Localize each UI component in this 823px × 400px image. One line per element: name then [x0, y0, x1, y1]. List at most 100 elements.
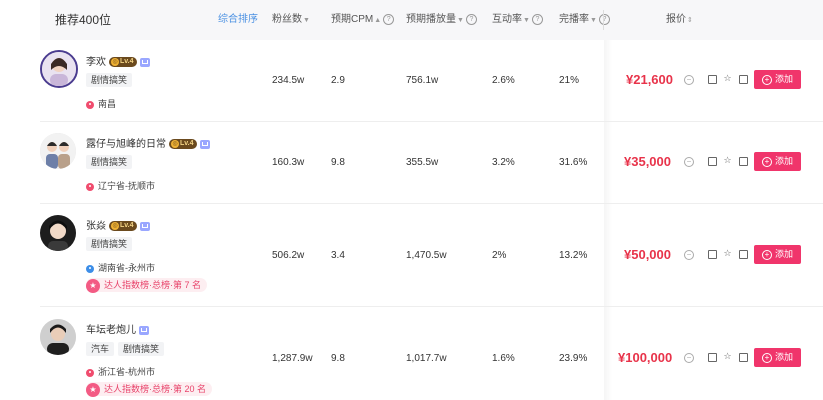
column-divider	[603, 10, 604, 30]
creator-name-row: 李欢 ◎ Lv.4	[86, 53, 150, 68]
creator-table: 推荐400位 综合排序 粉丝数▼ 预期CPM▲? 预期播放量▼? 互动率▼? 完…	[0, 0, 823, 400]
rank-badge[interactable]: ★ 达人指数榜·总榜·第 20 名	[86, 382, 213, 397]
row-divider	[40, 203, 823, 204]
sort-up-icon: ▲	[374, 17, 382, 24]
interaction-value: 3.2%	[492, 157, 515, 168]
level-badge: ◎ Lv.4	[109, 221, 137, 232]
shop-icon	[139, 221, 150, 231]
column-plays[interactable]: 预期播放量▼?	[406, 0, 477, 40]
column-interaction[interactable]: 互动率▼?	[492, 0, 543, 40]
plus-icon: +	[761, 156, 772, 167]
help-icon[interactable]: ?	[383, 13, 395, 25]
help-icon[interactable]: ?	[465, 13, 477, 25]
edit-icon[interactable]	[708, 157, 717, 166]
creator-name-row: 露仔与旭峰的日常 ◎ Lv.4	[86, 135, 210, 150]
shop-icon	[139, 57, 150, 67]
edit-icon[interactable]	[708, 250, 717, 259]
creator-name[interactable]: 车坛老炮儿	[86, 325, 136, 336]
location-label: 湖南省-永州市	[98, 263, 155, 273]
minus-circle-icon[interactable]: −	[684, 353, 694, 363]
document-icon[interactable]	[739, 353, 748, 362]
avatar[interactable]	[40, 50, 78, 88]
category-tag: 剧情搞笑	[86, 237, 133, 251]
add-button[interactable]: + 添加	[754, 70, 801, 89]
creator-name[interactable]: 露仔与旭峰的日常	[86, 139, 166, 150]
add-button[interactable]: + 添加	[754, 152, 801, 171]
plays-value: 355.5w	[406, 157, 439, 168]
add-label: 添加	[774, 352, 793, 362]
location-label: 浙江省-杭州市	[98, 367, 155, 377]
column-fans[interactable]: 粉丝数▼	[272, 0, 310, 40]
column-cpm[interactable]: 预期CPM▲?	[331, 0, 395, 40]
sort-toggle-icon: ⇕	[687, 17, 693, 24]
avatar[interactable]	[40, 133, 76, 169]
help-icon[interactable]: ?	[531, 13, 543, 25]
sort-down-icon: ▼	[303, 17, 310, 24]
help-icon[interactable]: ?	[598, 13, 610, 25]
fixed-column-shadow	[604, 40, 612, 400]
category-tag: 剧情搞笑	[86, 73, 133, 87]
sort-down-icon: ▼	[457, 17, 464, 24]
location: 辽宁省-抚顺市	[86, 179, 155, 192]
price-value: ¥21,600	[626, 72, 673, 87]
star-badge-icon: ★	[86, 279, 100, 293]
column-price-label: 报价	[666, 14, 686, 25]
star-icon[interactable]: ☆	[723, 249, 732, 258]
location-label: 辽宁省-抚顺市	[98, 181, 155, 191]
cpm-value: 3.4	[331, 250, 345, 261]
location: 南昌	[86, 97, 116, 110]
creator-name[interactable]: 李欢	[86, 57, 106, 68]
cpm-value: 9.8	[331, 353, 345, 364]
location-pin-icon	[86, 264, 94, 273]
document-icon[interactable]	[739, 75, 748, 84]
plays-value: 1,470.5w	[406, 250, 447, 261]
minus-circle-icon[interactable]: −	[684, 250, 694, 260]
interaction-value: 1.6%	[492, 353, 515, 364]
column-interaction-label: 互动率	[492, 14, 522, 25]
category-tag: 剧情搞笑	[86, 155, 133, 169]
coin-icon: ◎	[111, 58, 119, 67]
edit-icon[interactable]	[708, 353, 717, 362]
column-price[interactable]: 报价⇕	[666, 0, 693, 40]
level-badge: ◎ Lv.4	[109, 57, 137, 68]
creator-name[interactable]: 张焱	[86, 221, 106, 232]
plays-value: 1,017.7w	[406, 353, 447, 364]
avatar[interactable]	[40, 215, 76, 251]
minus-circle-icon[interactable]: −	[684, 157, 694, 167]
completion-value: 31.6%	[559, 157, 588, 168]
level-label: Lv.4	[180, 140, 194, 148]
shop-icon	[199, 139, 210, 149]
edit-icon[interactable]	[708, 75, 717, 84]
interaction-value: 2%	[492, 250, 507, 261]
location-pin-icon	[86, 182, 94, 191]
coin-icon: ◎	[111, 222, 119, 231]
minus-circle-icon[interactable]: −	[684, 75, 694, 85]
column-fans-label: 粉丝数	[272, 14, 302, 25]
fans-value: 506.2w	[272, 250, 305, 261]
sort-comprehensive-link[interactable]: 综合排序	[218, 0, 258, 40]
level-label: Lv.4	[120, 58, 134, 66]
sort-down-icon: ▼	[523, 17, 530, 24]
star-badge-icon: ★	[86, 383, 100, 397]
add-button[interactable]: + 添加	[754, 245, 801, 264]
level-label: Lv.4	[120, 222, 134, 230]
price-value: ¥50,000	[624, 247, 671, 262]
add-button[interactable]: + 添加	[754, 348, 801, 367]
star-icon[interactable]: ☆	[723, 156, 732, 165]
column-completion-label: 完播率	[559, 14, 589, 25]
add-label: 添加	[774, 156, 793, 166]
fans-value: 160.3w	[272, 157, 305, 168]
column-plays-label: 预期播放量	[406, 14, 456, 25]
recommend-count-title: 推荐400位	[55, 13, 112, 27]
completion-value: 13.2%	[559, 250, 588, 261]
price-value: ¥100,000	[618, 350, 673, 365]
document-icon[interactable]	[739, 157, 748, 166]
cpm-value: 2.9	[331, 75, 345, 86]
rank-badge[interactable]: ★ 达人指数榜·总榜·第 7 名	[86, 278, 208, 293]
star-icon[interactable]: ☆	[723, 352, 732, 361]
fans-value: 234.5w	[272, 75, 305, 86]
rank-label: 达人指数榜·总榜·第 7 名	[104, 280, 202, 290]
document-icon[interactable]	[739, 250, 748, 259]
avatar[interactable]	[40, 319, 76, 355]
star-icon[interactable]: ☆	[723, 74, 732, 83]
